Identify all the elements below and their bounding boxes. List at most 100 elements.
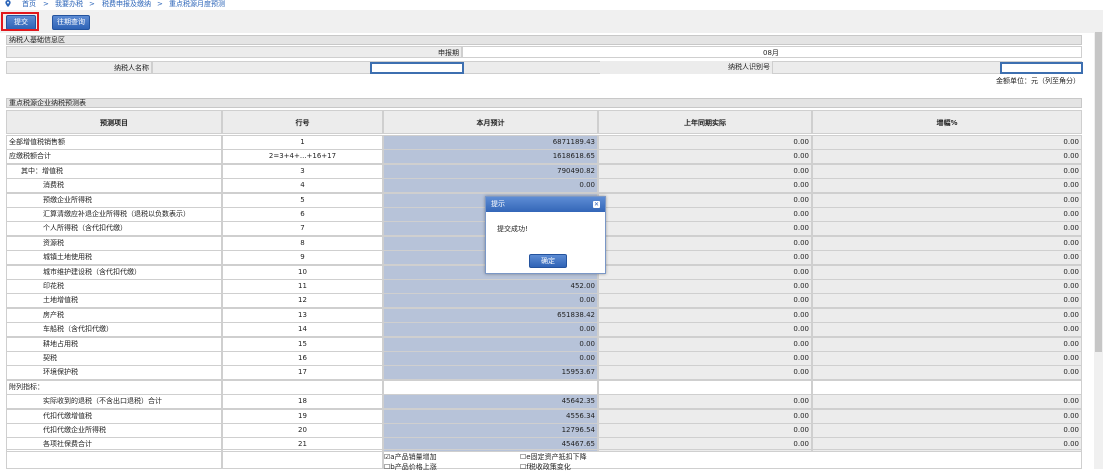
row-last-year-value: 0.00 (598, 250, 812, 265)
reason-line-cell (222, 449, 383, 469)
row-item-label: 契税 (6, 351, 222, 366)
row-estimate-input[interactable]: 1618618.65 (383, 149, 598, 164)
row-last-year-value: 0.00 (598, 135, 812, 150)
taxpayer-name-label: 纳税人名称 (6, 61, 152, 74)
row-estimate-input[interactable]: 651838.42 (383, 308, 598, 323)
row-line-number: 18 (222, 394, 383, 409)
reason-option-e[interactable]: ☐e固定资产抵扣下降 (520, 452, 587, 462)
row-item-label: 房产税 (6, 308, 222, 323)
row-estimate-input[interactable]: 0.00 (383, 337, 598, 352)
appendix-spacer (383, 380, 598, 395)
reason-option-a[interactable]: ☑a产品销量增加 (384, 452, 437, 462)
row-estimate-input[interactable]: 0.00 (383, 293, 598, 308)
row-line-number: 20 (222, 423, 383, 438)
row-line-number: 7 (222, 221, 383, 236)
reason-option-b[interactable]: ☐b产品价格上涨 (384, 462, 437, 472)
row-estimate-input[interactable]: 0.00 (383, 178, 598, 193)
row-last-year-value: 0.00 (598, 351, 812, 366)
history-query-button[interactable]: 往期查询 (52, 15, 90, 30)
row-growth-value: 0.00 (812, 193, 1082, 208)
row-item-label: 应缴税额合计 (6, 149, 222, 164)
row-last-year-value: 0.00 (598, 207, 812, 222)
row-growth-value: 0.00 (812, 164, 1082, 179)
breadcrumb-tax-service[interactable]: 我要办税 (55, 0, 83, 9)
row-item-label: 代扣代缴企业所得税 (6, 423, 222, 438)
row-line-number: 10 (222, 265, 383, 280)
row-growth-value: 0.00 (812, 409, 1082, 424)
col-header-growth: 增幅% (812, 110, 1082, 134)
row-line-number: 4 (222, 178, 383, 193)
row-estimate-input[interactable]: 6871189.43 (383, 135, 598, 150)
row-line-number: 19 (222, 409, 383, 424)
row-last-year-value: 0.00 (598, 337, 812, 352)
breadcrumb-declaration[interactable]: 税费申报及缴纳 (102, 0, 151, 9)
row-item-label: 汇算清缴应补退企业所得税（退税以负数表示） (6, 207, 222, 222)
reason-options-cell (383, 449, 1082, 469)
row-estimate-input[interactable]: 4556.34 (383, 409, 598, 424)
submit-highlight-box (1, 12, 39, 31)
row-line-number: 17 (222, 365, 383, 380)
success-dialog: 提示 ✕ 提交成功! 确定 (485, 196, 606, 274)
row-last-year-value: 0.00 (598, 193, 812, 208)
dialog-title: 提示 (491, 200, 505, 208)
breadcrumb-separator: > (89, 0, 95, 8)
toolbar (0, 10, 1103, 33)
row-item-label: 城镇土地使用税 (6, 250, 222, 265)
confirm-button[interactable]: 确定 (529, 254, 567, 268)
row-item-label: 代扣代缴增值税 (6, 409, 222, 424)
row-last-year-value: 0.00 (598, 178, 812, 193)
dialog-message: 提交成功! (497, 225, 528, 233)
row-growth-value: 0.00 (812, 207, 1082, 222)
breadcrumb-current: 重点税源月度预测 (169, 0, 225, 8)
row-estimate-input[interactable]: 452.00 (383, 279, 598, 294)
row-growth-value: 0.00 (812, 351, 1082, 366)
row-estimate-input[interactable]: 0.00 (383, 322, 598, 337)
vertical-scrollbar[interactable] (1094, 10, 1103, 469)
breadcrumb-separator: > (157, 0, 163, 8)
row-growth-value: 0.00 (812, 149, 1082, 164)
row-estimate-input[interactable]: 45642.35 (383, 394, 598, 409)
row-estimate-input[interactable]: 12796.54 (383, 423, 598, 438)
row-growth-value: 0.00 (812, 322, 1082, 337)
row-growth-value: 0.00 (812, 221, 1082, 236)
row-growth-value: 0.00 (812, 236, 1082, 251)
row-line-number: 6 (222, 207, 383, 222)
row-line-number: 14 (222, 322, 383, 337)
row-line-number: 9 (222, 250, 383, 265)
close-icon[interactable]: ✕ (593, 201, 600, 208)
breadcrumb-home[interactable]: 首页 (22, 0, 36, 9)
row-estimate-input[interactable]: 790490.82 (383, 164, 598, 179)
row-growth-value: 0.00 (812, 178, 1082, 193)
row-last-year-value: 0.00 (598, 293, 812, 308)
appendix-label: 附列指标： (6, 380, 222, 395)
row-item-label: 土地增值税 (6, 293, 222, 308)
row-line-number: 16 (222, 351, 383, 366)
breadcrumb: 首页 > 我要办税 > 税费申报及缴纳 > 重点税源月度预测 (0, 0, 1103, 10)
breadcrumb-separator: > (43, 0, 49, 8)
row-growth-value: 0.00 (812, 265, 1082, 280)
row-estimate-input[interactable]: 0.00 (383, 351, 598, 366)
row-estimate-input[interactable]: 15953.67 (383, 365, 598, 380)
scrollbar-thumb[interactable] (1095, 32, 1102, 352)
basic-info-section-title: 纳税人基础信息区 (6, 35, 1082, 45)
appendix-spacer (222, 380, 383, 395)
appendix-spacer (812, 380, 1082, 395)
reason-option-f[interactable]: ☐f税收政策变化 (520, 462, 571, 472)
row-last-year-value: 0.00 (598, 149, 812, 164)
col-header-line: 行号 (222, 110, 383, 134)
row-growth-value: 0.00 (812, 135, 1082, 150)
col-header-item: 预测项目 (6, 110, 222, 134)
row-last-year-value: 0.00 (598, 236, 812, 251)
row-last-year-value: 0.00 (598, 221, 812, 236)
taxpayer-name-input[interactable] (370, 62, 464, 74)
location-pin-icon (5, 0, 11, 7)
row-line-number: 5 (222, 193, 383, 208)
row-last-year-value: 0.00 (598, 394, 812, 409)
row-line-number: 2=3+4+...+16+17 (222, 149, 383, 164)
row-last-year-value: 0.00 (598, 308, 812, 323)
row-last-year-value: 0.00 (598, 164, 812, 179)
row-line-number: 3 (222, 164, 383, 179)
taxpayer-id-input[interactable] (1000, 62, 1083, 74)
col-header-estimate: 本月预计 (383, 110, 598, 134)
row-item-label: 印花税 (6, 279, 222, 294)
